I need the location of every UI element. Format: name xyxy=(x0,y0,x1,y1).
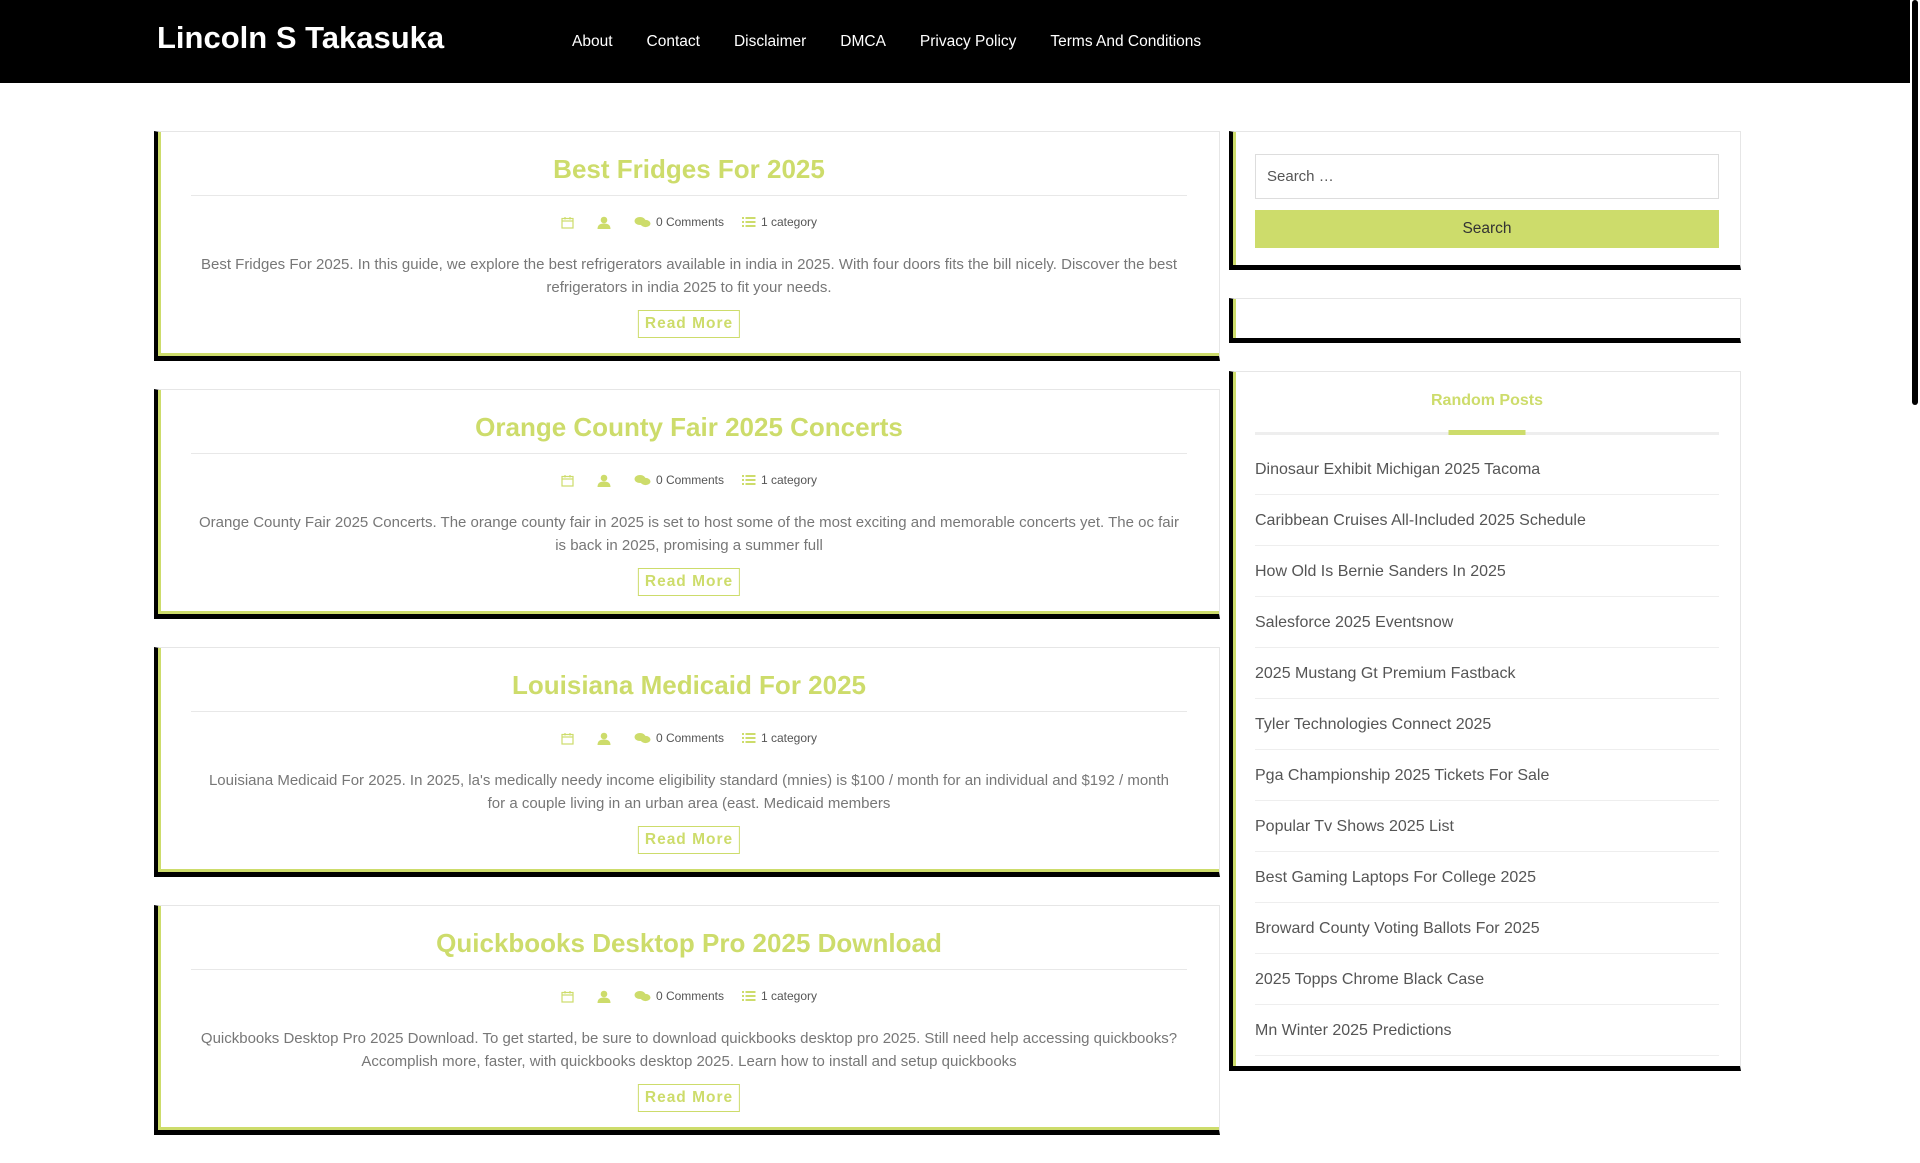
post-excerpt: Quickbooks Desktop Pro 2025 Download. To… xyxy=(200,1030,1178,1070)
post-meta: 0 Comments 1 category xyxy=(159,731,1219,745)
post-author[interactable] xyxy=(597,990,616,1003)
read-more-button[interactable]: Read More xyxy=(637,310,741,338)
comments-count: 0 Comments xyxy=(655,473,724,487)
nav-privacy-policy[interactable]: Privacy Policy xyxy=(920,33,1016,51)
random-post-link[interactable]: Caribbean Cruises All-Included 2025 Sche… xyxy=(1255,495,1719,546)
user-icon xyxy=(597,990,611,1003)
widget-title-accent xyxy=(1448,430,1526,435)
comments-count: 0 Comments xyxy=(655,989,724,1003)
main-nav: About Contact Disclaimer DMCA Privacy Po… xyxy=(572,0,1235,83)
random-post-link[interactable]: Tyler Technologies Connect 2025 xyxy=(1255,699,1719,750)
post-comments[interactable]: 0 Comments xyxy=(634,731,724,745)
nav-dmca[interactable]: DMCA xyxy=(840,33,886,51)
nav-about[interactable]: About xyxy=(572,33,613,51)
post-comments[interactable]: 0 Comments xyxy=(634,215,724,229)
post-date[interactable] xyxy=(561,474,579,487)
search-widget: Search xyxy=(1229,131,1741,270)
post-meta: 0 Comments 1 category xyxy=(159,989,1219,1003)
nav-contact[interactable]: Contact xyxy=(647,33,700,51)
search-input[interactable] xyxy=(1255,154,1719,199)
post-divider xyxy=(191,969,1187,970)
post-author[interactable] xyxy=(597,732,616,745)
comments-count: 0 Comments xyxy=(655,215,724,229)
read-more-button[interactable]: Read More xyxy=(637,1084,741,1112)
comments-icon xyxy=(634,991,651,1002)
random-post-link[interactable]: Pga Championship 2025 Tickets For Sale xyxy=(1255,750,1719,801)
post-comments[interactable]: 0 Comments xyxy=(634,473,724,487)
post-title[interactable]: Quickbooks Desktop Pro 2025 Download xyxy=(159,928,1219,959)
post-category[interactable]: 1 category xyxy=(741,473,818,487)
calendar-icon xyxy=(561,216,574,229)
post-card: Quickbooks Desktop Pro 2025 Download 0 C… xyxy=(154,905,1220,1135)
random-post-link[interactable]: How Old Is Bernie Sanders In 2025 xyxy=(1255,546,1719,597)
list-icon xyxy=(741,475,756,485)
empty-widget xyxy=(1229,298,1741,343)
random-post-link[interactable]: Dinosaur Exhibit Michigan 2025 Tacoma xyxy=(1255,444,1719,495)
calendar-icon xyxy=(561,732,574,745)
random-posts-widget: Random Posts Dinosaur Exhibit Michigan 2… xyxy=(1229,371,1741,1071)
category-label: 1 category xyxy=(760,473,818,487)
post-divider xyxy=(191,195,1187,196)
post-excerpt: Best Fridges For 2025. In this guide, we… xyxy=(200,256,1178,296)
random-post-link[interactable]: 2025 Topps Chrome Black Case xyxy=(1255,954,1719,1005)
post-date[interactable] xyxy=(561,990,579,1003)
site-title[interactable]: Lincoln S Takasuka xyxy=(157,20,444,56)
post-author[interactable] xyxy=(597,474,616,487)
post-excerpt: Louisiana Medicaid For 2025. In 2025, la… xyxy=(208,772,1170,812)
comments-icon xyxy=(634,217,651,228)
post-title[interactable]: Best Fridges For 2025 xyxy=(159,154,1219,185)
post-title[interactable]: Louisiana Medicaid For 2025 xyxy=(159,670,1219,701)
post-meta: 0 Comments 1 category xyxy=(159,473,1219,487)
random-post-link[interactable]: Mn Winter 2025 Predictions xyxy=(1255,1005,1719,1056)
random-post-link[interactable]: 2025 Mustang Gt Premium Fastback xyxy=(1255,648,1719,699)
post-excerpt: Orange County Fair 2025 Concerts. The or… xyxy=(199,514,1179,554)
post-category[interactable]: 1 category xyxy=(741,215,818,229)
random-post-link[interactable]: Popular Tv Shows 2025 List xyxy=(1255,801,1719,852)
search-button[interactable]: Search xyxy=(1255,210,1719,248)
post-card: Louisiana Medicaid For 2025 0 Comments 1… xyxy=(154,647,1220,877)
comments-count: 0 Comments xyxy=(655,731,724,745)
random-post-link[interactable]: Best Gaming Laptops For College 2025 xyxy=(1255,852,1719,903)
list-icon xyxy=(741,733,756,743)
post-card: Orange County Fair 2025 Concerts 0 Comme… xyxy=(154,389,1220,619)
post-category[interactable]: 1 category xyxy=(741,731,818,745)
user-icon xyxy=(597,474,611,487)
comments-icon xyxy=(634,733,651,744)
site-header: Lincoln S Takasuka About Contact Disclai… xyxy=(0,0,1910,83)
user-icon xyxy=(597,732,611,745)
post-meta: 0 Comments 1 category xyxy=(159,215,1219,229)
comments-icon xyxy=(634,475,651,486)
post-date[interactable] xyxy=(561,216,579,229)
post-divider xyxy=(191,453,1187,454)
list-icon xyxy=(741,217,756,227)
post-comments[interactable]: 0 Comments xyxy=(634,989,724,1003)
read-more-button[interactable]: Read More xyxy=(637,826,741,854)
calendar-icon xyxy=(561,990,574,1003)
nav-terms-and-conditions[interactable]: Terms And Conditions xyxy=(1050,33,1201,51)
sidebar: Search Random Posts Dinosaur Exhibit Mic… xyxy=(1229,131,1741,1099)
post-list: Best Fridges For 2025 0 Comments 1 categ… xyxy=(154,131,1220,1163)
user-icon xyxy=(597,216,611,229)
category-label: 1 category xyxy=(760,731,818,745)
nav-disclaimer[interactable]: Disclaimer xyxy=(734,33,806,51)
post-divider xyxy=(191,711,1187,712)
post-category[interactable]: 1 category xyxy=(741,989,818,1003)
scrollbar-thumb[interactable] xyxy=(1912,0,1918,405)
post-date[interactable] xyxy=(561,732,579,745)
random-post-link[interactable]: Salesforce 2025 Eventsnow xyxy=(1255,597,1719,648)
post-card: Best Fridges For 2025 0 Comments 1 categ… xyxy=(154,131,1220,361)
category-label: 1 category xyxy=(760,215,818,229)
random-post-link[interactable]: Broward County Voting Ballots For 2025 xyxy=(1255,903,1719,954)
calendar-icon xyxy=(561,474,574,487)
category-label: 1 category xyxy=(760,989,818,1003)
post-title[interactable]: Orange County Fair 2025 Concerts xyxy=(159,412,1219,443)
list-icon xyxy=(741,991,756,1001)
read-more-button[interactable]: Read More xyxy=(637,568,741,596)
post-author[interactable] xyxy=(597,216,616,229)
random-posts-list: Dinosaur Exhibit Michigan 2025 Tacoma Ca… xyxy=(1255,444,1719,1056)
widget-title: Random Posts xyxy=(1430,392,1543,409)
